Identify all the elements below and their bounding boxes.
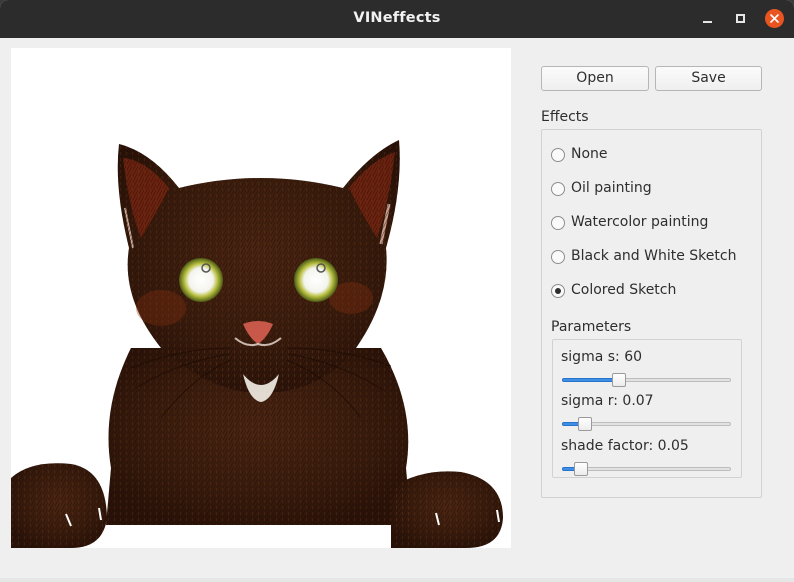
effect-option-label: Colored Sketch (571, 282, 677, 298)
app-window: VINeffects Open Save Effects None Oil pa… (0, 0, 794, 582)
sigma-r-slider[interactable] (562, 416, 731, 432)
open-button[interactable]: Open (541, 66, 649, 91)
save-button[interactable]: Save (655, 66, 762, 91)
slider-handle[interactable] (612, 373, 626, 387)
radio-indicator[interactable] (551, 284, 565, 298)
radio-indicator[interactable] (551, 250, 565, 264)
effect-option-label: Oil painting (571, 180, 652, 196)
effect-option-label: Black and White Sketch (571, 248, 737, 264)
effects-group-label: Effects (541, 109, 589, 125)
window-bottom-edge (0, 578, 794, 582)
effect-option-label: None (571, 146, 608, 162)
sigma-s-label: sigma s: 60 (561, 349, 643, 365)
shade-factor-slider[interactable] (562, 461, 731, 477)
sigma-r-label: sigma r: 0.07 (561, 393, 654, 409)
minimize-icon[interactable] (698, 9, 718, 29)
slider-handle[interactable] (578, 417, 592, 431)
maximize-icon[interactable] (731, 9, 751, 29)
radio-indicator[interactable] (551, 182, 565, 196)
window-title: VINeffects (353, 10, 441, 26)
sigma-s-slider[interactable] (562, 372, 731, 388)
slider-handle[interactable] (574, 462, 588, 476)
effect-option-label: Watercolor painting (571, 214, 709, 230)
image-preview (11, 48, 511, 548)
radio-indicator[interactable] (551, 216, 565, 230)
close-icon[interactable] (765, 9, 784, 28)
kitten-sketch-image (11, 48, 511, 548)
shade-factor-label: shade factor: 0.05 (561, 438, 689, 454)
parameters-group-label: Parameters (551, 319, 632, 335)
slider-fill (562, 378, 619, 382)
radio-indicator[interactable] (551, 148, 565, 162)
title-bar[interactable]: VINeffects (0, 0, 794, 38)
